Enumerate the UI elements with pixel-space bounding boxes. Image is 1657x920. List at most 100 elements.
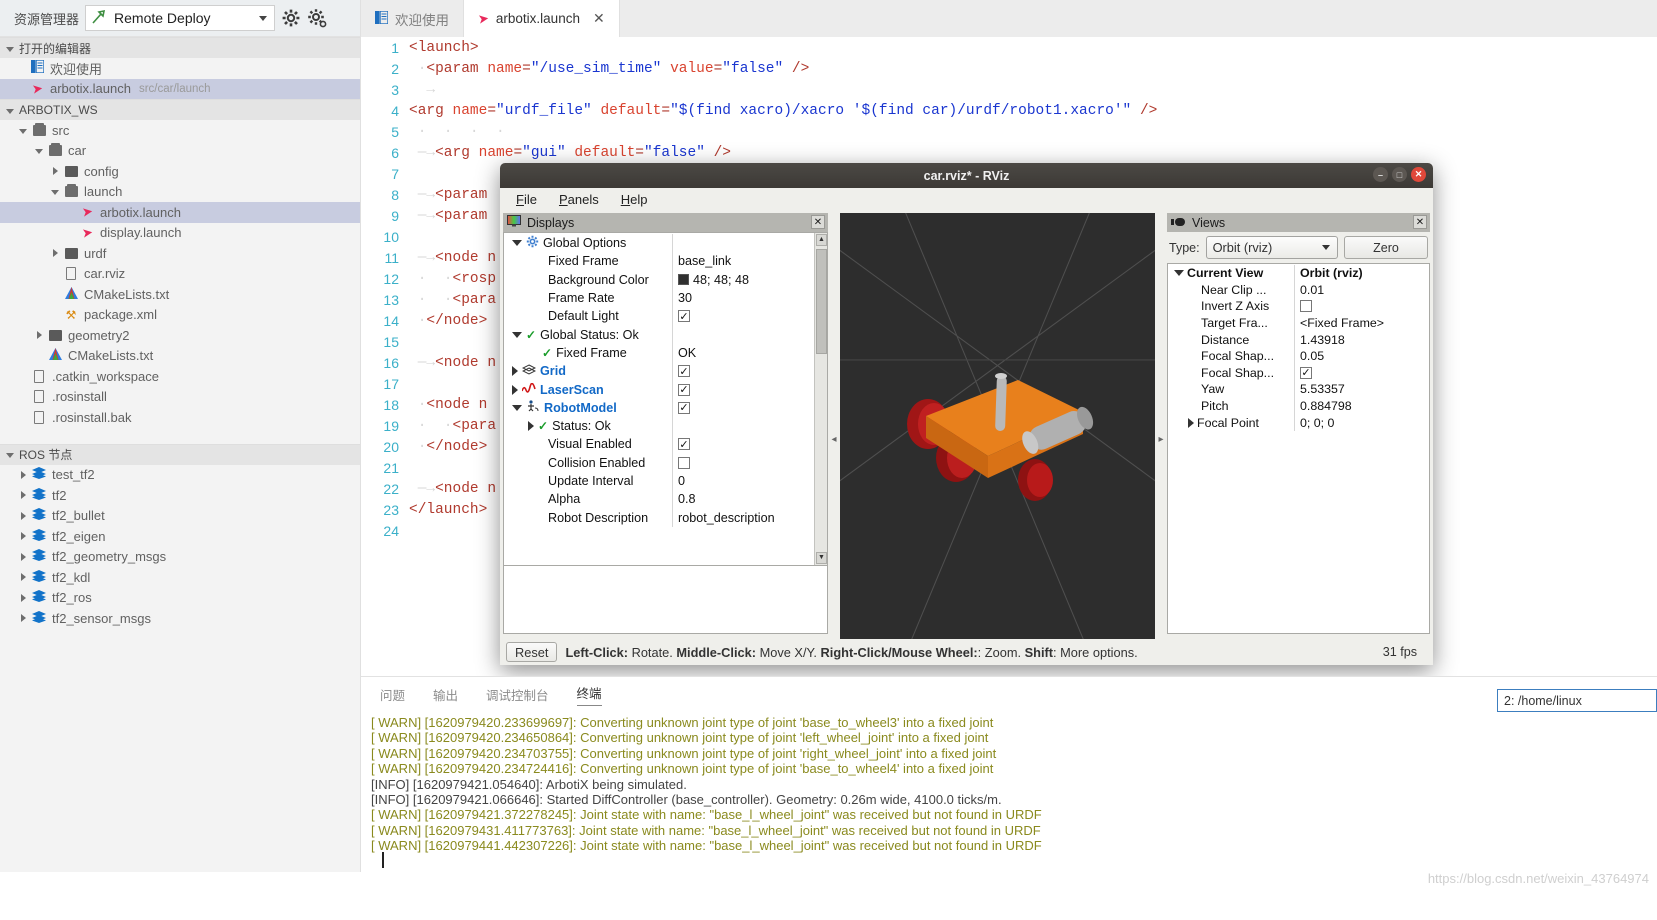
view-type-select[interactable]: Orbit (rviz) xyxy=(1205,236,1338,259)
reset-button[interactable]: Reset xyxy=(506,642,558,662)
displays-row[interactable]: ✓ Status: Ok xyxy=(504,416,827,436)
file-tree-item[interactable]: ➤ display.launch xyxy=(0,223,360,244)
views-row[interactable]: Focal Point 0; 0; 0 xyxy=(1168,414,1429,431)
displays-tree[interactable]: Global Options Fixed Frame base_link Backgr… xyxy=(503,232,828,566)
ros-node-item[interactable]: test_tf2 xyxy=(0,465,360,486)
file-tree-item[interactable]: geometry2 xyxy=(0,325,360,346)
remote-deploy-dropdown[interactable]: Remote Deploy xyxy=(85,5,276,31)
ros-nodes-section-header[interactable]: ROS 节点 xyxy=(0,443,360,465)
editor-tab[interactable]: 欢迎使用 xyxy=(361,0,464,37)
file-tree-item[interactable]: config xyxy=(0,161,360,182)
chevron-right-icon[interactable] xyxy=(20,532,26,541)
views-row[interactable]: Target Fra... <Fixed Frame> xyxy=(1168,314,1429,332)
chevron-right-icon[interactable] xyxy=(20,511,26,520)
color-swatch[interactable] xyxy=(678,274,689,286)
checkbox-checked[interactable]: ✓ xyxy=(678,401,690,414)
menu-item-panels[interactable]: Panels xyxy=(559,192,599,207)
file-tree-item[interactable]: .rosinstall xyxy=(0,387,360,408)
checkbox-checked[interactable]: ✓ xyxy=(678,365,690,378)
editor-tab[interactable]: ➤ arbotix.launch ✕ xyxy=(464,0,620,37)
checkbox-unchecked[interactable] xyxy=(1300,300,1312,313)
file-tree-item[interactable]: src xyxy=(0,120,360,141)
bottom-tab[interactable]: 输出 xyxy=(433,685,458,704)
views-row[interactable]: Current View Orbit (rviz) xyxy=(1168,265,1429,282)
file-tree-item[interactable]: launch xyxy=(0,182,360,203)
chevron-right-icon[interactable] xyxy=(20,552,26,561)
minimize-icon[interactable]: – xyxy=(1373,167,1388,182)
file-tree-item[interactable]: .rosinstall.bak xyxy=(0,407,360,428)
chevron-down-icon[interactable] xyxy=(51,190,59,196)
file-tree-item[interactable]: .catkin_workspace xyxy=(0,366,360,387)
views-row[interactable]: Invert Z Axis xyxy=(1168,298,1429,315)
chevron-right-icon[interactable] xyxy=(20,573,26,582)
displays-row[interactable]: Robot Description robot_description xyxy=(504,508,827,527)
views-row[interactable]: Focal Shap... ✓ xyxy=(1168,364,1429,382)
chevron-down-icon[interactable] xyxy=(512,404,522,411)
3d-viewport[interactable] xyxy=(840,213,1155,665)
file-tree-item[interactable]: car.rviz xyxy=(0,264,360,285)
maximize-icon[interactable]: □ xyxy=(1392,167,1407,182)
displays-row[interactable]: Alpha 0.8 xyxy=(504,490,827,509)
views-row[interactable]: Focal Shap... 0.05 xyxy=(1168,347,1429,365)
zero-button[interactable]: Zero xyxy=(1344,236,1428,259)
terminal-selector[interactable]: 2: /home/linux xyxy=(1497,689,1657,712)
close-icon[interactable]: ✕ xyxy=(1411,167,1426,182)
bottom-tab[interactable]: 调试控制台 xyxy=(486,685,549,704)
chevron-right-icon[interactable] xyxy=(528,421,534,432)
chevron-right-icon[interactable] xyxy=(52,249,58,258)
file-tree-item[interactable]: ➤ arbotix.launch xyxy=(0,202,360,223)
displays-row[interactable]: ✓ Fixed Frame OK xyxy=(504,343,827,363)
displays-scrollbar[interactable]: ▲ ▼ xyxy=(814,233,827,565)
chevron-right-icon[interactable] xyxy=(20,470,26,479)
chevron-right-icon[interactable] xyxy=(36,331,42,340)
open-editor-item[interactable]: ➤ arbotix.launch src/car/launch xyxy=(0,78,360,99)
close-icon[interactable]: ✕ xyxy=(1413,215,1427,229)
displays-row[interactable]: RobotModel ✓ xyxy=(504,398,827,417)
bottom-tab[interactable]: 终端 xyxy=(576,683,602,706)
chevron-down-icon[interactable] xyxy=(512,331,522,338)
chevron-right-icon[interactable] xyxy=(20,491,26,500)
chevron-down-icon[interactable] xyxy=(35,149,43,155)
checkbox-checked[interactable]: ✓ xyxy=(678,383,690,396)
gear-settings-icon[interactable] xyxy=(307,8,327,28)
views-row[interactable]: Pitch 0.884798 xyxy=(1168,397,1429,415)
displays-row[interactable]: Grid ✓ xyxy=(504,362,827,381)
file-tree-item[interactable]: CMakeLists.txt xyxy=(0,284,360,305)
displays-row[interactable]: Frame Rate 30 xyxy=(504,288,827,308)
checkbox-unchecked[interactable] xyxy=(678,456,690,469)
rviz-window[interactable]: car.rviz* - RViz – □ ✕ File Panels Help Di… xyxy=(500,163,1433,665)
views-row[interactable]: Yaw 5.53357 xyxy=(1168,381,1429,398)
chevron-down-icon[interactable] xyxy=(19,128,27,134)
displays-row[interactable]: Background Color 48; 48; 48 xyxy=(504,270,827,289)
views-row[interactable]: Distance 1.43918 xyxy=(1168,331,1429,348)
menu-item-file[interactable]: File xyxy=(516,192,537,207)
checkbox-checked[interactable]: ✓ xyxy=(678,438,690,451)
chevron-right-icon[interactable] xyxy=(20,593,26,602)
views-tree[interactable]: Current View Orbit (rviz) Near Clip ... 0.0… xyxy=(1167,263,1430,634)
displays-row[interactable]: Collision Enabled xyxy=(504,453,827,472)
chevron-down-icon[interactable] xyxy=(1174,270,1184,277)
scrollbar-thumb[interactable] xyxy=(816,249,827,354)
ros-node-item[interactable]: tf2_eigen xyxy=(0,526,360,547)
chevron-right-icon[interactable] xyxy=(512,384,518,395)
ros-node-item[interactable]: tf2 xyxy=(0,485,360,506)
ros-node-item[interactable]: tf2_sensor_msgs xyxy=(0,608,360,629)
bottom-tab[interactable]: 问题 xyxy=(380,685,405,704)
chevron-right-icon[interactable] xyxy=(1188,417,1194,428)
checkbox-checked[interactable]: ✓ xyxy=(678,310,690,323)
file-tree-item[interactable]: car xyxy=(0,141,360,162)
file-tree-item[interactable]: CMakeLists.txt xyxy=(0,346,360,367)
left-splitter[interactable]: ◂ xyxy=(828,213,840,665)
file-tree-item[interactable]: urdf xyxy=(0,243,360,264)
chevron-right-icon[interactable] xyxy=(52,167,58,176)
terminal-output[interactable]: [ WARN] [1620979420.233699697]: Converti… xyxy=(361,711,1657,854)
right-splitter[interactable]: ▸ xyxy=(1155,213,1167,665)
ros-node-item[interactable]: tf2_bullet xyxy=(0,506,360,527)
displays-row[interactable]: LaserScan ✓ xyxy=(504,380,827,399)
menu-item-help[interactable]: Help xyxy=(621,192,648,207)
gear-icon[interactable] xyxy=(281,8,301,28)
displays-row[interactable]: Default Light ✓ xyxy=(504,307,827,326)
ros-node-item[interactable]: tf2_ros xyxy=(0,588,360,609)
chevron-right-icon[interactable] xyxy=(512,366,518,377)
file-tree-item[interactable]: ⚒ package.xml xyxy=(0,305,360,326)
